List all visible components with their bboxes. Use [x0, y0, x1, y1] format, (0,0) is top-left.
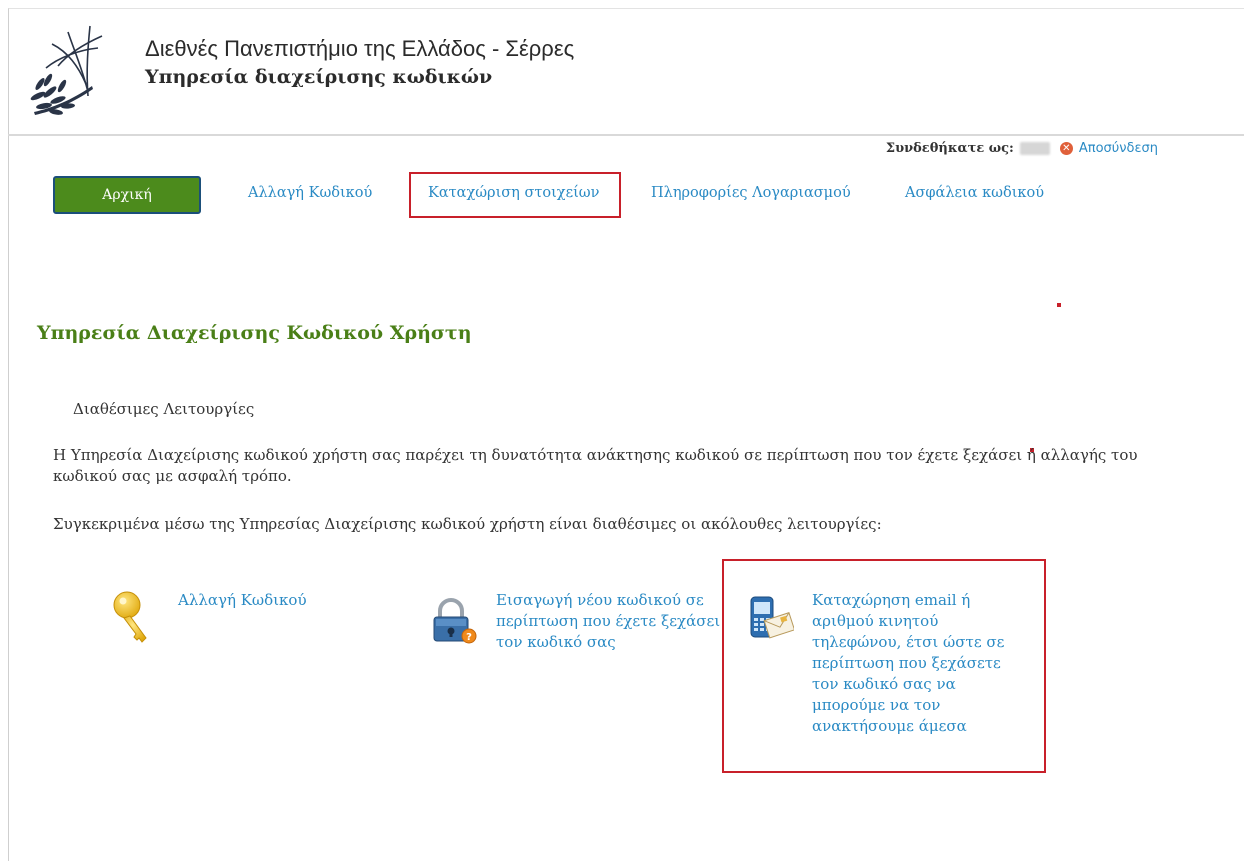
username-redacted [1019, 142, 1050, 155]
nav-register-details[interactable]: Καταχώριση στοιχείων [428, 185, 599, 201]
key-icon [113, 591, 147, 643]
site-header: Διεθνές Πανεπιστήμιο της Ελλάδος - Σέρρε… [8, 8, 1244, 136]
padlock-icon: ? [433, 598, 477, 644]
university-name: Διεθνές Πανεπιστήμιο της Ελλάδος - Σέρρε… [145, 36, 575, 61]
logout-link[interactable]: Αποσύνδεση [1079, 141, 1158, 156]
nav-password-security[interactable]: Ασφάλεια κωδικού [905, 185, 1044, 201]
service-name: Υπηρεσία διαχείρισης κωδικών [145, 66, 493, 88]
features-intro: Συγκεκριμένα μέσω της Υπηρεσίας Διαχείρι… [53, 515, 882, 533]
intro-paragraph: Η Υπηρεσία Διαχείρισης κωδικού χρήστη σα… [53, 446, 1138, 485]
svg-text:?: ? [466, 632, 472, 643]
feature-register-contact-link[interactable]: Καταχώρηση email ή αριθμού κινητού τηλεφ… [812, 590, 1032, 737]
feature-reset-password-link[interactable]: Εισαγωγή νέου κωδικού σε περίπτωση που έ… [496, 590, 721, 653]
nav-change-password[interactable]: Αλλαγή Κωδικού [248, 185, 372, 201]
page-title: Υπηρεσία Διαχείρισης Κωδικού Χρήστη [37, 322, 472, 344]
annotation-dot [1057, 303, 1061, 307]
logged-in-label: Συνδεθήκατε ως: [885, 141, 1014, 156]
nav-home-button[interactable]: Αρχική [53, 176, 201, 214]
login-status: Συνδεθήκατε ως: ✕ Αποσύνδεση [886, 141, 1158, 156]
olive-branch-logo-icon [30, 25, 103, 115]
nav-account-info[interactable]: Πληροφορίες Λογαριασμού [651, 185, 851, 201]
main-nav: Αρχική Αλλαγή Κωδικού Καταχώριση στοιχεί… [0, 172, 1244, 220]
phone-email-icon [750, 596, 794, 639]
logout-icon[interactable]: ✕ [1059, 142, 1073, 155]
feature-change-password-link[interactable]: Αλλαγή Κωδικού [178, 590, 307, 611]
features-heading: Διαθέσιμες Λειτουργίες [73, 400, 255, 418]
